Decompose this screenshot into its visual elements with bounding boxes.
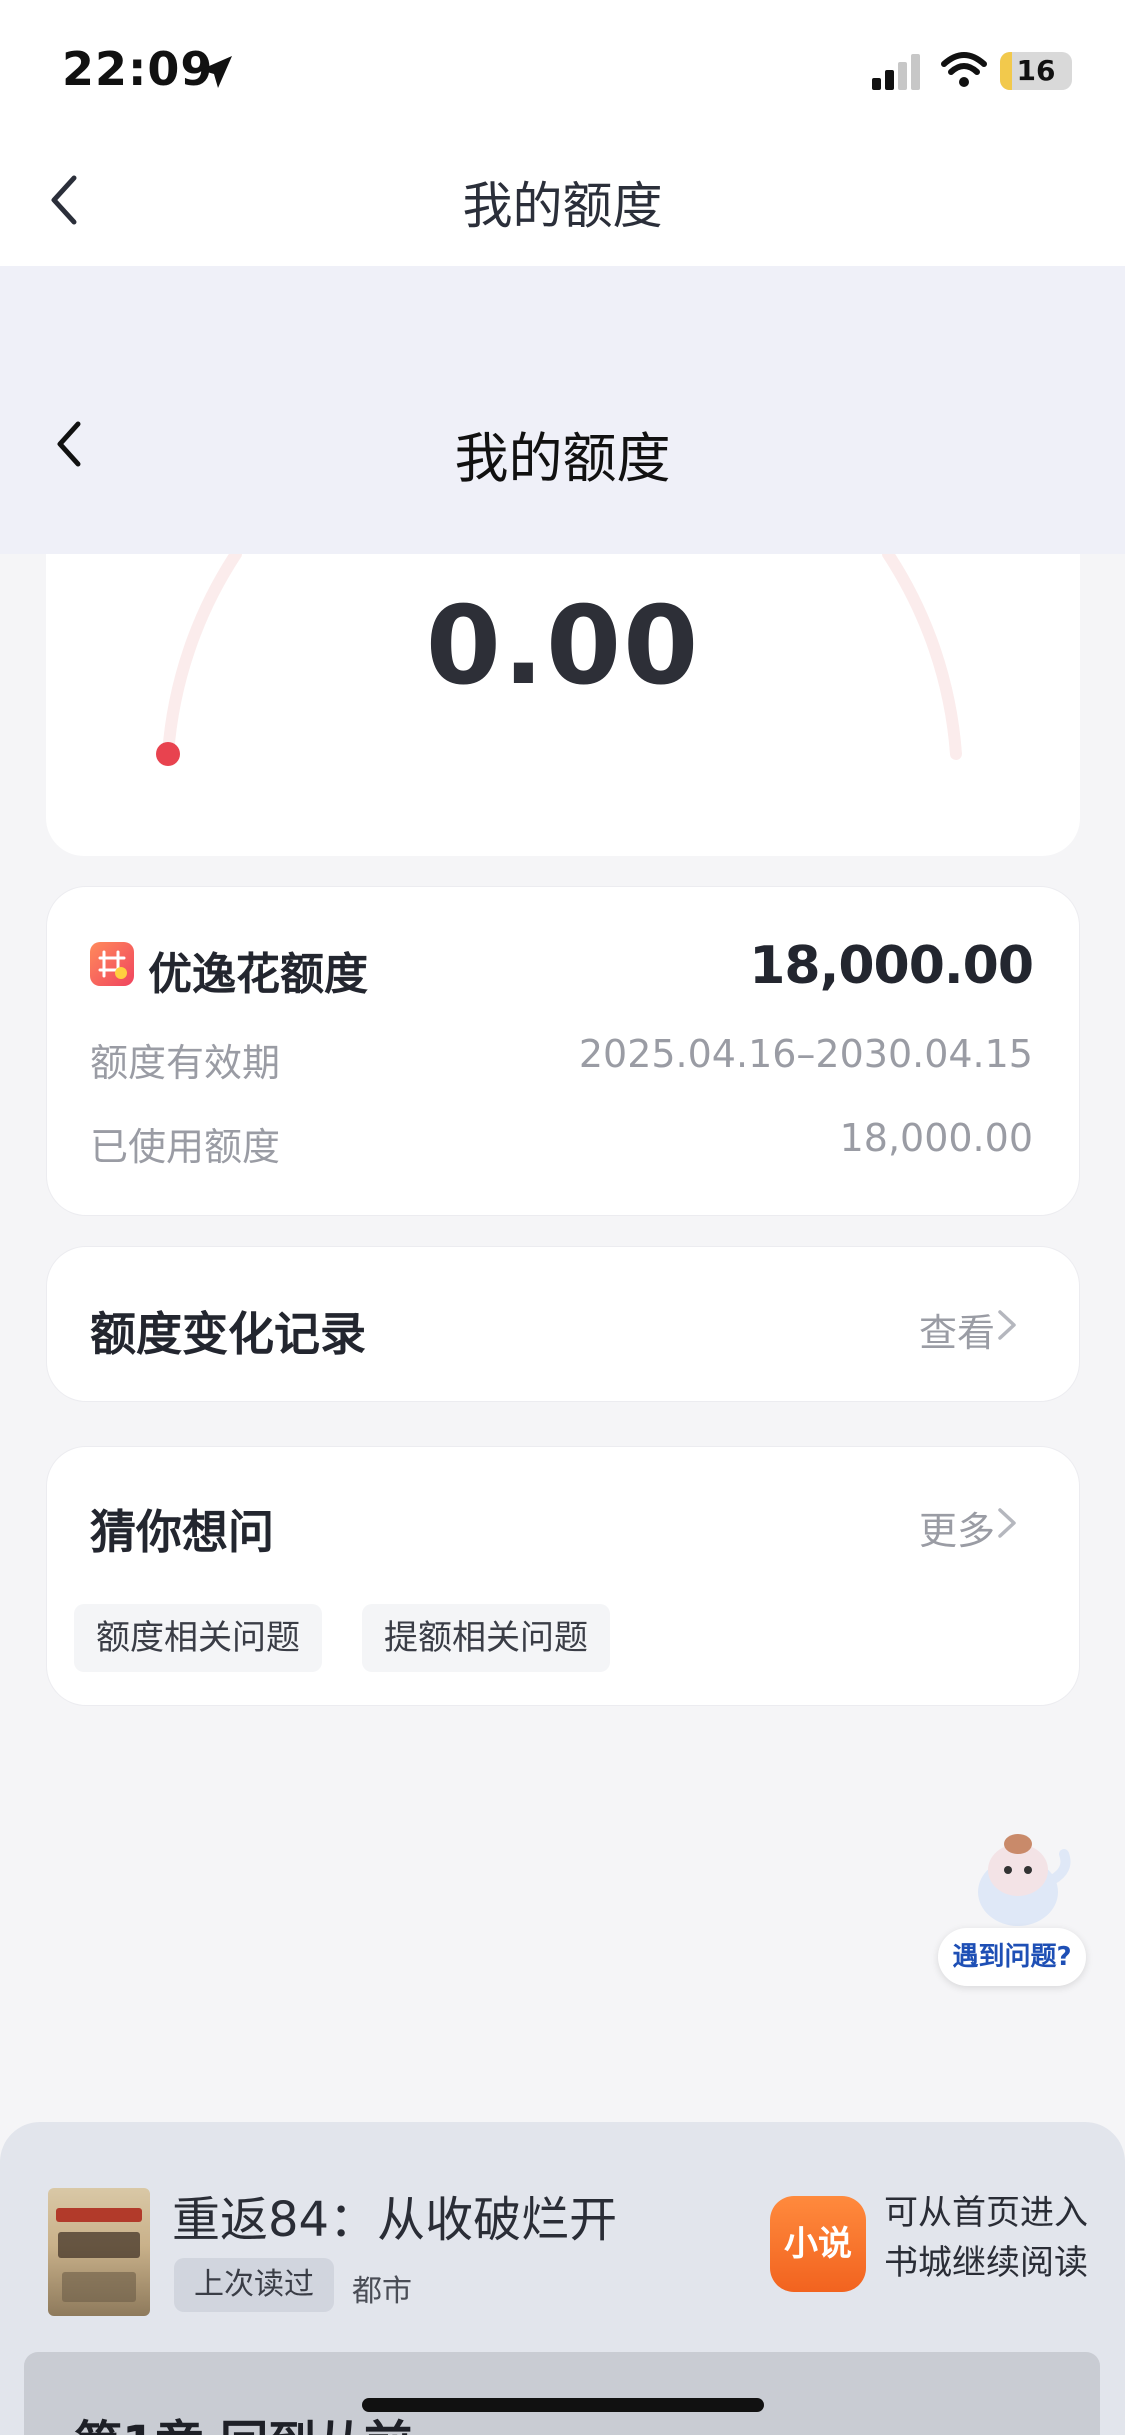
novel-app-icon[interactable]: 小说 — [770, 2196, 866, 2292]
inner-header — [0, 266, 1125, 554]
helper-mascot-icon[interactable] — [960, 1830, 1076, 1940]
wifi-icon — [941, 52, 987, 87]
credit-history-title: 额度变化记录 — [90, 1307, 366, 1361]
last-read-tag: 上次读过 — [174, 2258, 334, 2312]
used-credit-value: 18,000.00 — [839, 1116, 1033, 1160]
chevron-right-icon — [998, 1508, 1016, 1538]
used-credit-label: 已使用额度 — [90, 1125, 281, 1169]
faq-title: 猜你想问 — [90, 1505, 274, 1559]
gauge-indicator-dot — [156, 742, 180, 766]
battery-icon: 16 — [1000, 52, 1072, 90]
home-indicator[interactable] — [362, 2398, 764, 2412]
chapter-preview[interactable]: 第1章 回到从前 — [24, 2352, 1100, 2435]
credit-product-title: 优逸花额度 — [148, 949, 368, 1000]
signal-icon — [872, 54, 920, 90]
chevron-right-icon — [998, 1310, 1016, 1340]
continue-reading-hint: 可从首页进入书城继续阅读 — [884, 2193, 1088, 2283]
validity-label: 额度有效期 — [90, 1041, 281, 1085]
status-time: 22:09 — [62, 42, 214, 96]
validity-value: 2025.04.16–2030.04.15 — [578, 1032, 1033, 1076]
faq-more-link[interactable]: 更多 — [919, 1500, 995, 1555]
credit-product-icon — [90, 942, 134, 986]
available-credit-value: 0.00 — [425, 584, 701, 709]
page-title: 我的额度 — [462, 177, 663, 235]
book-title[interactable]: 重返84：从收破烂开 — [172, 2180, 617, 2250]
book-genre: 都市 — [352, 2274, 412, 2309]
faq-chip-credit[interactable]: 额度相关问题 — [74, 1604, 322, 1672]
view-history-link[interactable]: 查看 — [919, 1302, 995, 1357]
battery-level-text: 16 — [1016, 54, 1056, 87]
faq-chip-increase[interactable]: 提额相关问题 — [362, 1604, 610, 1672]
book-cover-image[interactable] — [48, 2188, 150, 2316]
inner-page-title: 我的额度 — [454, 427, 671, 490]
location-arrow-icon — [200, 56, 232, 88]
chapter-title: 第1章 回到从前 — [74, 2404, 412, 2435]
credit-total-amount: 18,000.00 — [749, 936, 1034, 996]
help-bubble[interactable]: 遇到问题? — [938, 1928, 1086, 1986]
